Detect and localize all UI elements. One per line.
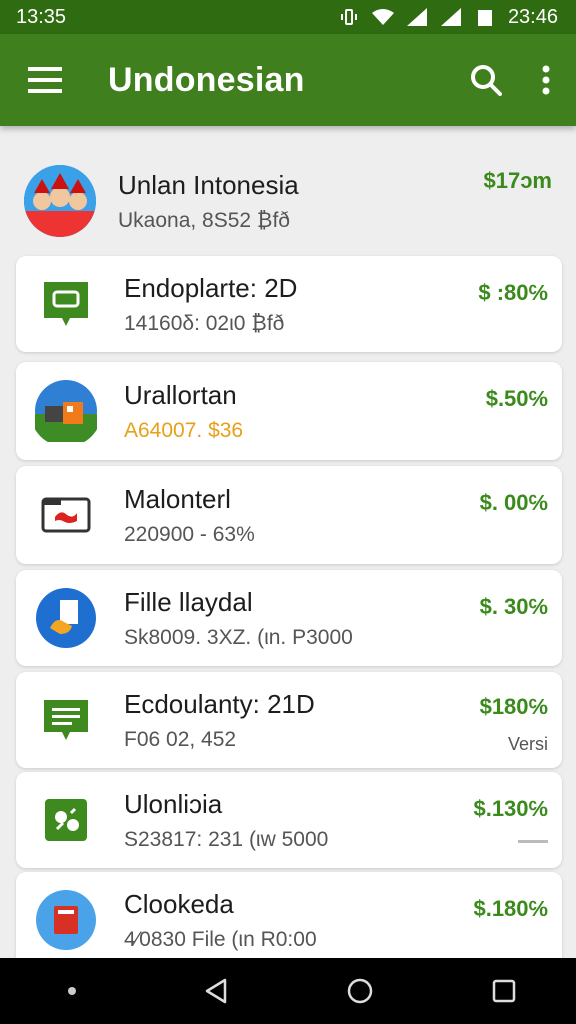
item-subtitle: F06 02, 452 — [124, 727, 237, 751]
navigation-bar — [0, 958, 576, 1024]
app-title: Undonesian — [108, 60, 305, 99]
item-subtitle: Ukaona, 8S52 ₿fð — [118, 208, 290, 232]
list-item[interactable]: Ecdoulanty: 21D F06 02, 452 $180℅ Versi — [16, 672, 562, 768]
item-subtitle: S23817: 231 (ιw 5000 — [124, 827, 329, 851]
card-icon — [30, 268, 102, 340]
item-title: Unlan Intonesia — [118, 169, 299, 200]
list-item[interactable]: Malonterl 220900 - 63% $. 00℅ — [16, 466, 562, 564]
signal-icon — [440, 6, 462, 28]
item-price: $ :80℅ — [478, 280, 548, 305]
landscape-icon — [30, 375, 102, 447]
more-options-button[interactable] — [516, 34, 576, 126]
item-subtitle: A64007. $36 — [124, 418, 244, 442]
message-icon — [30, 684, 102, 756]
vibrate-icon — [338, 6, 360, 28]
item-price: $.180℅ — [473, 896, 548, 921]
item-subtitle: 220900 - 63% — [124, 522, 255, 546]
item-price: $180℅ — [479, 694, 548, 719]
list-item[interactable]: Fille llaydal Sk8009. 3XZ. (ιn. P3000 $.… — [16, 570, 562, 666]
item-title: Ulonliɔia — [124, 788, 223, 819]
status-time-left: 13:35 — [16, 5, 67, 28]
item-title: Ecdoulanty: 21D — [124, 688, 315, 719]
item-price: $. 30℅ — [479, 594, 548, 619]
signal-icon — [406, 6, 428, 28]
item-title: Urallortan — [124, 379, 237, 410]
home-icon — [347, 978, 373, 1004]
file-hand-icon — [30, 582, 102, 654]
battery-icon — [474, 6, 496, 28]
list-item[interactable]: Unlan Intonesia Ukaona, 8S52 ₿fð $17ɔm — [0, 146, 576, 256]
item-subtitle: 4∕0830 File (ιn R0:00 — [124, 927, 317, 951]
item-price: $. 00℅ — [479, 490, 548, 515]
item-title: Fille llaydal — [124, 586, 253, 617]
item-subtitle: 14160δ: 02ι0 ₿fð — [124, 311, 285, 335]
people-photo-avatar — [24, 165, 96, 237]
item-subtitle: Sk8009. 3XZ. (ιn. P3000 — [124, 625, 353, 649]
divider — [518, 840, 548, 843]
item-price: $17ɔm — [483, 168, 552, 193]
search-icon — [471, 65, 502, 96]
back-button[interactable] — [186, 961, 246, 1021]
more-vert-icon — [542, 65, 550, 95]
list-item[interactable]: Endoplarte: 2D 14160δ: 02ι0 ₿fð $ :80℅ — [16, 256, 562, 352]
item-list: Unlan Intonesia Ukaona, 8S52 ₿fð $17ɔm E… — [0, 126, 576, 958]
item-title: Clookeda — [124, 888, 234, 919]
browser-window-icon — [30, 479, 102, 551]
item-title: Malonterl — [124, 483, 231, 514]
dot-button[interactable] — [42, 961, 102, 1021]
recents-button[interactable] — [474, 961, 534, 1021]
recents-icon — [492, 979, 516, 1003]
menu-icon — [28, 67, 62, 93]
wifi-icon — [371, 6, 394, 28]
status-icons: 23:46 — [338, 6, 558, 29]
item-extra-label: Versi — [507, 734, 548, 754]
puzzle-icon — [30, 784, 102, 856]
list-item[interactable]: Urallortan A64007. $36 $.50℅ — [16, 362, 562, 460]
item-price: $.130℅ — [473, 796, 548, 821]
menu-button[interactable] — [0, 34, 90, 126]
calendar-icon — [30, 884, 102, 956]
back-icon — [205, 978, 227, 1004]
list-item[interactable]: Ulonliɔia S23817: 231 (ιw 5000 $.130℅ — [16, 772, 562, 868]
list-item[interactable]: Clookeda 4∕0830 File (ιn R0:00 $.180℅ — [16, 872, 562, 958]
home-button[interactable] — [330, 961, 390, 1021]
app-bar: Undonesian — [0, 34, 576, 126]
status-time-right: 23:46 — [507, 5, 558, 28]
dot-icon — [68, 987, 76, 995]
item-price: $.50℅ — [485, 386, 548, 411]
search-button[interactable] — [456, 34, 516, 126]
status-bar: 13:35 23:46 — [0, 0, 576, 34]
item-title: Endoplarte: 2D — [124, 272, 298, 303]
